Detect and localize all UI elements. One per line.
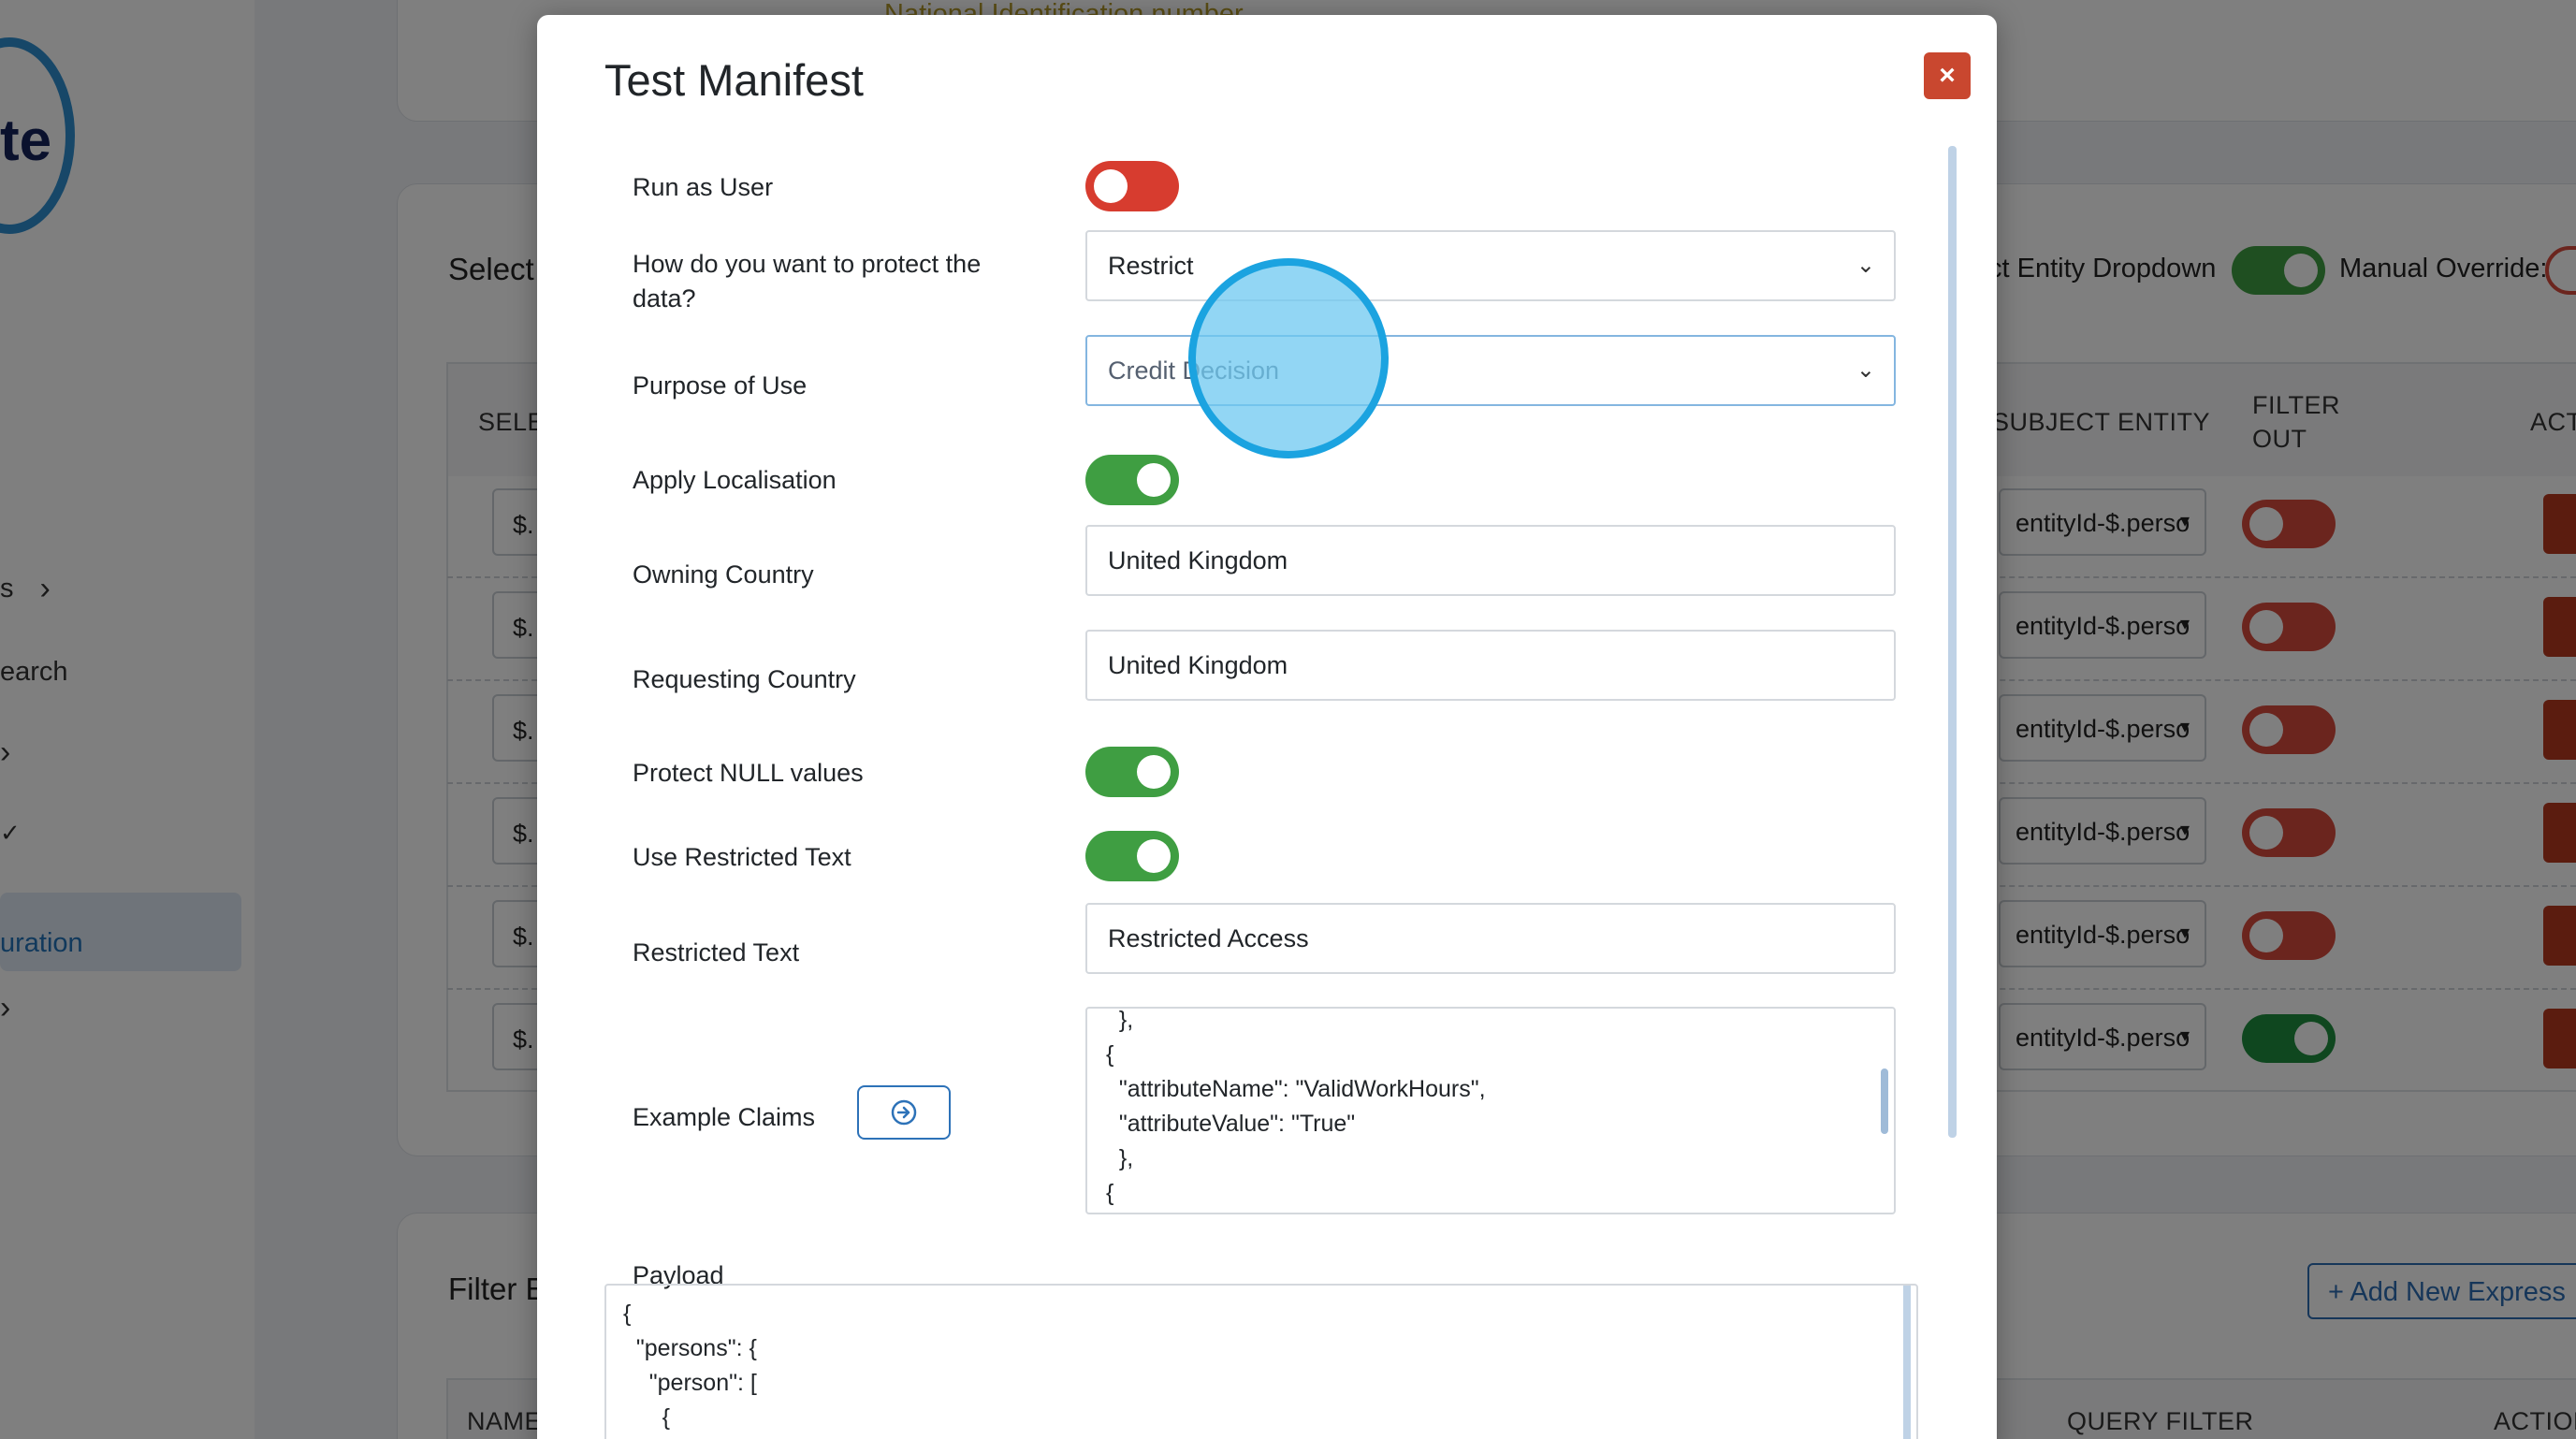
apply-localisation-toggle[interactable] <box>1085 455 1179 505</box>
requesting-country-label: Requesting Country <box>633 665 856 693</box>
payload-textarea[interactable]: { "persons": { "person": [ { <box>604 1284 1918 1439</box>
test-manifest-modal: Test Manifest × Run as User How do you w… <box>537 15 1997 1439</box>
arrow-right-circle-icon <box>891 1099 917 1126</box>
chevron-down-icon: ⌄ <box>1856 357 1875 383</box>
close-icon: × <box>1939 60 1956 91</box>
payload-scrollbar[interactable] <box>1903 1286 1911 1439</box>
protect-null-label: Protect NULL values <box>633 759 864 787</box>
example-claims-label: Example Claims <box>633 1103 816 1131</box>
modal-scrollbar[interactable] <box>1948 146 1957 1138</box>
modal-title: Test Manifest <box>604 55 864 105</box>
apply-localisation-label: Apply Localisation <box>633 466 837 494</box>
use-restricted-text-label: Use Restricted Text <box>633 843 851 871</box>
example-claims-textarea[interactable]: }, { "attributeName": "ValidWorkHours", … <box>1085 1007 1896 1214</box>
protect-method-select[interactable]: Restrict ⌄ <box>1085 230 1896 301</box>
owning-country-label: Owning Country <box>633 560 814 589</box>
protect-null-toggle[interactable] <box>1085 747 1179 797</box>
run-as-user-toggle[interactable] <box>1085 161 1179 211</box>
close-button[interactable]: × <box>1924 52 1971 99</box>
click-indicator <box>1188 258 1389 458</box>
purpose-of-use-label: Purpose of Use <box>633 371 808 400</box>
requesting-country-input[interactable]: United Kingdom <box>1085 630 1896 701</box>
protect-method-label: How do you want to protect the data? <box>633 250 982 313</box>
run-as-user-label: Run as User <box>633 173 774 201</box>
use-restricted-text-toggle[interactable] <box>1085 831 1179 881</box>
claims-scrollbar[interactable] <box>1881 1068 1888 1134</box>
restricted-text-input[interactable]: Restricted Access <box>1085 903 1896 974</box>
apply-claims-button[interactable] <box>857 1085 951 1140</box>
chevron-down-icon: ⌄ <box>1856 253 1875 278</box>
restricted-text-label: Restricted Text <box>633 938 800 967</box>
owning-country-input[interactable]: United Kingdom <box>1085 525 1896 596</box>
